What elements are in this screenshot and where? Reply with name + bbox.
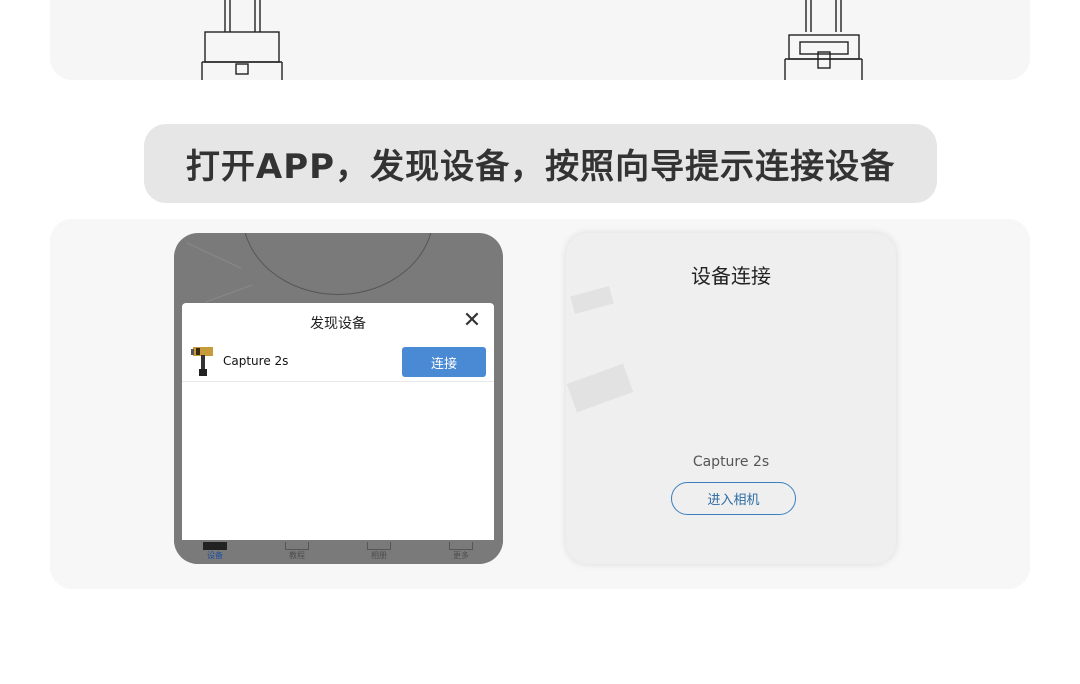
device-name: Capture 2s xyxy=(692,454,770,470)
background-line xyxy=(186,242,242,269)
connect-button[interactable]: 连接 xyxy=(402,347,486,377)
page-title: 设备连接 xyxy=(691,264,771,288)
enter-camera-button[interactable]: 进入相机 xyxy=(671,482,796,515)
instruction-banner: 打开APP，发现设备，按照向导提示连接设备 xyxy=(144,124,937,203)
device-connect-screen: 设备连接 Capture 2s 进入相机 xyxy=(566,233,896,564)
faded-gimbal-graphic xyxy=(570,286,614,314)
faded-gimbal-graphic xyxy=(566,363,634,413)
album-icon xyxy=(367,542,391,550)
device-icon xyxy=(203,542,227,550)
background-circle-graphic xyxy=(242,233,434,295)
tutorial-icon xyxy=(285,542,309,550)
tab-more-label: 更多 xyxy=(453,551,469,560)
device-name: Capture 2s xyxy=(223,354,289,368)
tab-tutorial-label: 教程 xyxy=(289,551,305,560)
tab-device[interactable]: 设备 xyxy=(185,542,245,561)
bottom-tab-bar: 设备 教程 相册 更多 xyxy=(174,540,503,564)
gimbal-thumbnail-icon xyxy=(191,347,213,376)
gimbal-illustration-panel xyxy=(50,0,1030,80)
discover-device-dialog: 发现设备 ✕ Capture 2s 连接 xyxy=(182,303,494,540)
gimbal-base-illustration-left xyxy=(201,0,863,80)
instruction-text: 打开APP，发现设备，按照向导提示连接设备 xyxy=(185,147,896,187)
tab-device-label: 设备 xyxy=(207,551,223,560)
dialog-title: 发现设备 xyxy=(310,316,366,332)
close-icon[interactable]: ✕ xyxy=(462,310,482,332)
discover-device-screen: 发现设备 ✕ Capture 2s 连接 设备 教程 相册 更多 xyxy=(174,233,503,564)
device-list-item[interactable]: Capture 2s 连接 xyxy=(182,341,494,382)
tab-tutorial[interactable]: 教程 xyxy=(267,542,327,561)
background-line xyxy=(205,284,253,303)
more-icon xyxy=(449,542,473,550)
tab-more[interactable]: 更多 xyxy=(431,542,491,561)
tab-album[interactable]: 相册 xyxy=(349,542,409,561)
tab-album-label: 相册 xyxy=(371,551,387,560)
